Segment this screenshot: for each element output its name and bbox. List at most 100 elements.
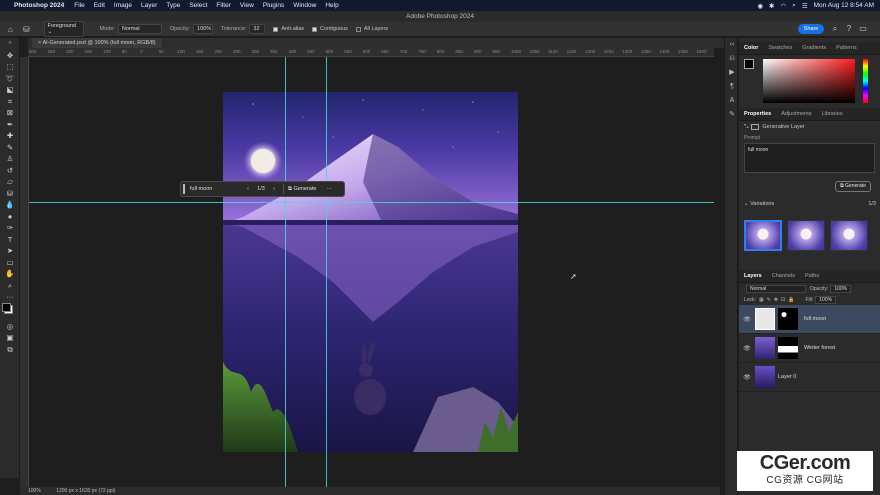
variation-thumbnail-1[interactable] — [744, 220, 782, 251]
hue-slider[interactable] — [863, 59, 868, 103]
more-options-icon[interactable]: ··· — [326, 186, 332, 192]
frames-icon[interactable]: ⧉ — [0, 344, 20, 356]
lasso-tool-icon[interactable]: ➰ — [0, 73, 20, 85]
tab-channels[interactable]: Channels — [767, 273, 800, 279]
tab-layers[interactable]: Layers — [739, 273, 767, 279]
paragraph-icon[interactable]: ¶ — [725, 80, 739, 94]
path-selection-tool-icon[interactable]: ➤ — [0, 245, 20, 257]
bluetooth-icon[interactable]: ✱ — [769, 2, 774, 10]
brush-tool-icon[interactable]: ✎ — [0, 142, 20, 154]
wifi-icon[interactable]: ◠ — [781, 2, 787, 10]
menu-image[interactable]: Image — [114, 2, 132, 9]
crop-tool-icon[interactable]: ⌗ — [0, 96, 20, 108]
all-layers-checkbox[interactable] — [355, 26, 361, 32]
menu-app-name[interactable]: Photoshop 2024 — [14, 2, 64, 9]
variation-thumbnail-2[interactable] — [787, 220, 825, 251]
visibility-eye-icon[interactable]: 👁 — [739, 345, 755, 352]
canvas-area[interactable] — [29, 57, 714, 487]
creative-cloud-icon[interactable]: ◉ — [757, 2, 763, 10]
rectangle-tool-icon[interactable]: ▭ — [0, 257, 20, 269]
tab-patterns[interactable]: Patterns — [831, 45, 861, 51]
menu-type[interactable]: Type — [166, 2, 180, 9]
eraser-tool-icon[interactable]: ▱ — [0, 176, 20, 188]
tolerance-input[interactable]: 32 — [249, 24, 266, 34]
menu-edit[interactable]: Edit — [94, 2, 105, 9]
character-icon[interactable]: A — [725, 94, 739, 108]
clone-stamp-tool-icon[interactable]: ♙ — [0, 153, 20, 165]
document-info[interactable]: 1200 px x 1630 px (72 ppi) — [56, 488, 115, 494]
tab-gradients[interactable]: Gradients — [797, 45, 831, 51]
color-picker-field[interactable] — [763, 59, 855, 103]
next-variation-icon[interactable]: › — [269, 186, 279, 192]
ruler-vertical[interactable] — [20, 57, 29, 487]
clock[interactable]: Mon Aug 12 8:54 AM — [814, 2, 874, 9]
brushes-icon[interactable]: ✎ — [725, 108, 739, 122]
foreground-color-swatch[interactable] — [744, 59, 754, 69]
blur-tool-icon[interactable]: 💧 — [0, 199, 20, 211]
color-swatches[interactable] — [0, 302, 20, 321]
blend-mode-select[interactable]: Normal — [746, 284, 806, 293]
antialias-checkbox[interactable] — [273, 26, 279, 32]
expand-panels-icon[interactable]: ‹‹ — [725, 38, 739, 52]
history-brush-tool-icon[interactable]: ↺ — [0, 165, 20, 177]
zoom-tool-icon[interactable]: ⌕ — [0, 280, 20, 292]
layers-opacity-input[interactable]: 100% — [830, 284, 852, 293]
generative-prompt-input[interactable]: full moon — [183, 184, 243, 194]
search-icon[interactable]: ⌕ — [830, 24, 840, 34]
hand-tool-icon[interactable]: ✋ — [0, 268, 20, 280]
move-tool-icon[interactable]: ✥ — [0, 50, 20, 62]
tab-libraries[interactable]: Libraries — [816, 111, 847, 117]
layer-row-layer-0[interactable]: 👁 Layer 0 — [739, 363, 880, 392]
history-icon[interactable]: ⎌ — [725, 52, 739, 66]
generate-button[interactable]: ⧉ Generate — [283, 184, 320, 194]
workspace-icon[interactable]: ▭ — [858, 24, 868, 34]
opacity-input[interactable]: 100% — [193, 24, 214, 34]
artwork-canvas[interactable] — [223, 92, 518, 452]
help-icon[interactable]: ? — [844, 24, 854, 34]
prompt-textarea[interactable]: full moon — [744, 143, 875, 173]
eyedropper-tool-icon[interactable]: ✒ — [0, 119, 20, 131]
tab-color[interactable]: Color — [739, 45, 763, 51]
document-tab[interactable]: × AI-Generated.psd @ 100% (full moon, RG… — [32, 38, 162, 48]
layer-row-winter-forest[interactable]: 👁 Winter forest — [739, 334, 880, 363]
variation-thumbnail-3[interactable] — [830, 220, 868, 251]
menu-help[interactable]: Help — [325, 2, 338, 9]
guide-vertical-2[interactable] — [326, 57, 327, 487]
tab-swatches[interactable]: Swatches — [763, 45, 797, 51]
actions-icon[interactable]: ▶ — [725, 66, 739, 80]
menu-filter[interactable]: Filter — [216, 2, 230, 9]
tab-paths[interactable]: Paths — [800, 273, 824, 279]
toolbar-collapse-icon[interactable]: ›› — [0, 38, 20, 50]
menu-file[interactable]: File — [74, 2, 84, 9]
tab-adjustments[interactable]: Adjustments — [776, 111, 816, 117]
marquee-tool-icon[interactable]: ⬚ — [0, 61, 20, 73]
foreground-swatch[interactable] — [2, 302, 11, 312]
edit-toolbar-icon[interactable]: ··· — [0, 291, 20, 303]
menu-select[interactable]: Select — [189, 2, 207, 9]
guide-horizontal[interactable] — [29, 202, 714, 203]
guide-vertical-1[interactable] — [285, 57, 286, 487]
previous-variation-icon[interactable]: ‹ — [243, 186, 253, 192]
visibility-eye-icon[interactable]: 👁 — [739, 316, 755, 323]
lock-icons[interactable]: ▦✎✥⊡🔒 — [759, 297, 798, 303]
paint-bucket-tool-icon[interactable]: ⛁ — [0, 188, 20, 200]
type-tool-icon[interactable]: T — [0, 234, 20, 246]
properties-generate-button[interactable]: ⧉ Generate — [835, 181, 871, 192]
menu-view[interactable]: View — [240, 2, 254, 9]
menu-plugins[interactable]: Plugins — [263, 2, 284, 9]
tab-properties[interactable]: Properties — [739, 111, 776, 117]
variations-header[interactable]: ⌄ Variations 1/3 — [744, 201, 876, 207]
layer-row-full-moon[interactable]: 👁 full moon — [739, 305, 880, 334]
object-selection-tool-icon[interactable]: ⬕ — [0, 84, 20, 96]
menu-window[interactable]: Window — [293, 2, 316, 9]
healing-brush-tool-icon[interactable]: ✚ — [0, 130, 20, 142]
search-icon[interactable]: ⌕ — [792, 2, 796, 10]
pen-tool-icon[interactable]: ✑ — [0, 222, 20, 234]
control-center-icon[interactable]: ☰ — [802, 2, 808, 10]
share-button[interactable]: Share — [798, 24, 824, 34]
screen-mode-icon[interactable]: ▣ — [0, 332, 20, 344]
dodge-tool-icon[interactable]: ● — [0, 211, 20, 223]
menu-layer[interactable]: Layer — [141, 2, 157, 9]
contiguous-checkbox[interactable] — [312, 26, 318, 32]
paint-bucket-icon[interactable]: ⛁ — [23, 25, 30, 34]
